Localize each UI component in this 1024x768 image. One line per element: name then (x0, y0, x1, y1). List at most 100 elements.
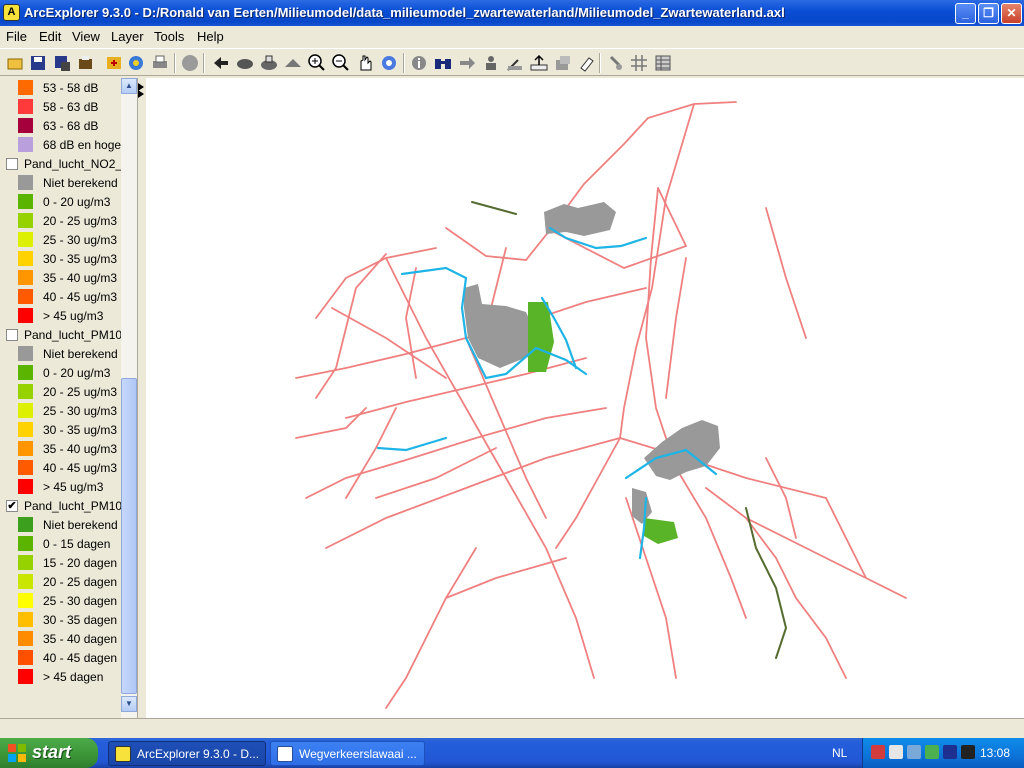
volume-icon[interactable] (907, 745, 921, 759)
select-tool[interactable] (481, 53, 501, 73)
menu-tools[interactable]: Tools (154, 29, 184, 44)
green-area (644, 518, 678, 544)
road-line (765, 457, 797, 539)
start-button[interactable]: start (0, 738, 98, 768)
language-indicator[interactable]: NL (832, 746, 847, 760)
scroll-down-button[interactable]: ▼ (121, 696, 137, 712)
minimize-button[interactable]: _ (955, 3, 976, 24)
properties-tool[interactable] (553, 53, 573, 73)
map-canvas[interactable] (146, 78, 1024, 718)
layer-visibility-checkbox[interactable]: ✔ (6, 500, 18, 512)
identify-tool[interactable] (409, 53, 429, 73)
measure-icon (530, 54, 548, 71)
save-as-tool[interactable] (52, 53, 72, 73)
select-box-tool[interactable] (505, 53, 525, 73)
class-label: 30 - 35 ug/m3 (43, 423, 118, 437)
title-bar[interactable]: A ArcExplorer 9.3.0 - D:/Ronald van Eert… (0, 0, 1024, 26)
hyperlink-tool[interactable] (605, 53, 625, 73)
back-tool[interactable] (211, 53, 231, 73)
class-label: 20 - 25 ug/m3 (43, 385, 118, 399)
map-view[interactable] (146, 78, 1024, 718)
forward-tool[interactable] (235, 53, 255, 73)
monitor-icon[interactable] (961, 745, 975, 759)
class-label: 25 - 30 dagen (43, 594, 118, 608)
road-line (665, 257, 687, 399)
class-label: 53 - 58 dB (43, 81, 99, 95)
clear-icon (580, 57, 594, 72)
arcexplorer-icon: A (3, 4, 20, 21)
pan-tool[interactable] (355, 53, 375, 73)
class-label: Niet berekend (43, 176, 118, 190)
menu-edit[interactable]: Edit (39, 29, 61, 44)
road-line (825, 497, 867, 579)
goto-icon (460, 57, 475, 69)
legend-swatch (18, 232, 33, 247)
collapse-arrow-icon[interactable] (138, 80, 145, 100)
save-tool[interactable] (28, 53, 48, 73)
zoom-layer-tool[interactable] (283, 53, 303, 73)
road-line (645, 187, 747, 619)
layer-name: Pand_lucht_NO2_ (24, 157, 123, 171)
open-tool[interactable] (6, 53, 26, 73)
legend-panel[interactable]: 53 - 58 dB 58 - 63 dB 63 - 68 dB 68 dB en h… (0, 78, 138, 718)
legend-swatch (18, 346, 33, 361)
legend-scrollbar[interactable]: ▲ ▼ (121, 78, 137, 718)
display-icon[interactable] (943, 745, 957, 759)
window-title: ArcExplorer 9.3.0 - D:/Ronald van Eerten… (24, 5, 785, 20)
toolbar-separator (174, 53, 176, 73)
zoom-in-tool[interactable] (307, 53, 327, 73)
close-button[interactable]: ✕ (1001, 3, 1022, 24)
building-cluster (632, 488, 652, 524)
export-tool[interactable] (76, 53, 96, 73)
layer-visibility-checkbox[interactable] (6, 158, 18, 170)
menu-view[interactable]: View (72, 29, 100, 44)
stop-tool[interactable] (180, 53, 200, 73)
add-service-tool[interactable] (126, 53, 146, 73)
grid-tool[interactable] (629, 53, 649, 73)
measure-tool[interactable] (529, 53, 549, 73)
security-alert-icon[interactable] (871, 745, 885, 759)
road-line (705, 487, 907, 599)
legend-swatch (18, 251, 33, 266)
road-line (315, 247, 437, 319)
find-icon (435, 59, 451, 69)
road-line (375, 447, 497, 499)
zoom-layer-icon (285, 59, 301, 67)
update-icon[interactable] (925, 745, 939, 759)
legend-swatch (18, 137, 33, 152)
menu-file[interactable]: File (6, 29, 27, 44)
toolbar-separator (403, 53, 405, 73)
menu-layer[interactable]: Layer (111, 29, 144, 44)
hyperlink-icon (609, 55, 622, 70)
menu-help[interactable]: Help (197, 29, 224, 44)
find-tool[interactable] (433, 53, 453, 73)
route-line (376, 436, 448, 452)
table-tool[interactable] (653, 53, 673, 73)
class-label: 40 - 45 dagen (43, 651, 118, 665)
class-label: > 45 ug/m3 (43, 480, 104, 494)
scroll-thumb[interactable] (121, 378, 137, 694)
clear-tool[interactable] (577, 53, 597, 73)
goto-tool[interactable] (457, 53, 477, 73)
legend-swatch (18, 175, 33, 190)
add-service-icon (129, 56, 143, 70)
task-arcexplorer[interactable]: ArcExplorer 9.3.0 - D... (108, 741, 266, 766)
toolbar-separator (599, 53, 601, 73)
zoom-out-icon (332, 54, 349, 71)
network-icon[interactable] (889, 745, 903, 759)
legend-swatch (18, 479, 33, 494)
zoom-out-tool[interactable] (331, 53, 351, 73)
print-tool[interactable] (150, 53, 170, 73)
scroll-up-button[interactable]: ▲ (121, 78, 137, 94)
class-label: 30 - 35 dagen (43, 613, 118, 627)
legend-swatch (18, 99, 33, 114)
layer-visibility-checkbox[interactable] (6, 329, 18, 341)
legend-swatch (18, 517, 33, 532)
task-word-document[interactable]: Wegverkeerslawaai ... (270, 741, 425, 766)
class-label: Niet berekend (43, 347, 118, 361)
zoom-full-tool[interactable] (259, 53, 279, 73)
maximize-button[interactable]: ❐ (978, 3, 999, 24)
refresh-tool[interactable] (379, 53, 399, 73)
road-line (619, 103, 695, 439)
add-data-tool[interactable] (104, 53, 124, 73)
